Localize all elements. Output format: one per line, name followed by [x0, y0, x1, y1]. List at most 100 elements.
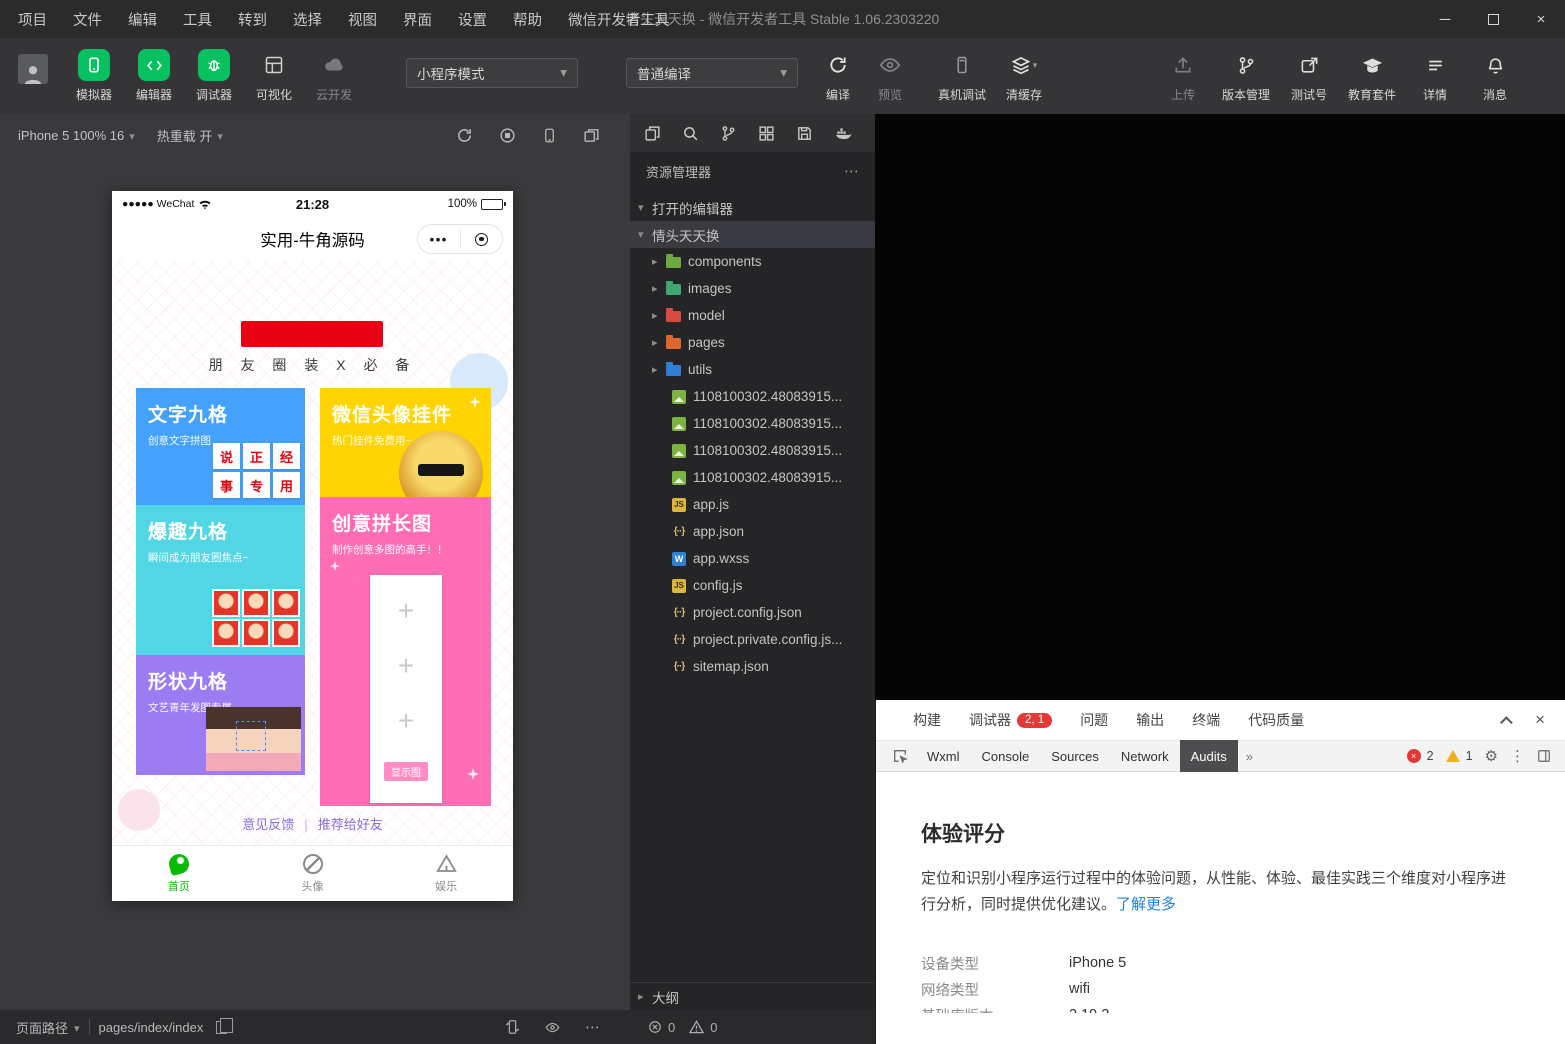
menu-tools[interactable]: 工具 — [183, 9, 212, 30]
tree-file-image[interactable]: 1108100302.48083915... — [630, 464, 875, 491]
banner-image[interactable] — [241, 321, 383, 347]
card-long-image[interactable]: 创意拼长图 制作创意多图的高手！！ + + + 显示图 — [320, 497, 491, 806]
clear-cache-button[interactable]: ▾ 清缓存 — [994, 49, 1054, 103]
extensions-icon[interactable] — [758, 125, 775, 142]
errors-icon[interactable] — [648, 1020, 662, 1034]
menu-interface[interactable]: 界面 — [403, 9, 432, 30]
details-button[interactable]: 详情 — [1405, 49, 1465, 103]
feedback-link[interactable]: 意见反馈 — [242, 817, 294, 832]
warning-count-icon[interactable] — [1446, 750, 1460, 762]
tree-folder-model[interactable]: model — [630, 302, 875, 329]
menu-devtools[interactable]: 微信开发者工具 — [568, 9, 670, 30]
multi-window-icon[interactable] — [583, 127, 600, 144]
tab-build[interactable]: 构建 — [901, 710, 953, 730]
tree-folder-utils[interactable]: utils — [630, 356, 875, 383]
hot-reload-toggle[interactable]: 热重载 开 — [157, 126, 223, 145]
copy-path-icon[interactable] — [216, 1021, 227, 1034]
docker-icon[interactable] — [834, 125, 852, 142]
inspect-element-icon[interactable] — [892, 748, 908, 764]
outline-section[interactable]: 大纲 — [630, 982, 875, 1010]
test-account-button[interactable]: 测试号 — [1279, 49, 1339, 103]
upload-button[interactable]: 上传 — [1153, 49, 1213, 103]
minimize-button[interactable]: ─ — [1421, 0, 1469, 38]
maximize-button[interactable] — [1469, 0, 1517, 38]
learn-more-link[interactable]: 了解更多 — [1116, 896, 1176, 913]
more-actions-icon[interactable] — [585, 1018, 600, 1036]
tree-folder-images[interactable]: images — [630, 275, 875, 302]
search-icon[interactable] — [682, 125, 699, 142]
menu-view[interactable]: 视图 — [348, 9, 377, 30]
tree-file-image[interactable]: 1108100302.48083915... — [630, 383, 875, 410]
tree-file-appjs[interactable]: app.js — [630, 491, 875, 518]
tree-file-image[interactable]: 1108100302.48083915... — [630, 437, 875, 464]
card-text-grid[interactable]: 文字九格 创意文字拼图 说 正 经 事 专 用 — [136, 388, 305, 505]
preview-button[interactable]: 预览 — [864, 49, 916, 103]
visual-button[interactable]: 可视化 — [244, 49, 304, 103]
git-branch-icon[interactable] — [720, 125, 737, 142]
devtools-tab-console[interactable]: Console — [971, 740, 1041, 772]
tree-file-projectconfig[interactable]: project.config.json — [630, 599, 875, 626]
card-fun-grid[interactable]: 爆趣九格 瞬间成为朋友圈焦点~ — [136, 505, 305, 655]
devtools-tab-sources[interactable]: Sources — [1040, 740, 1110, 772]
page-path-selector[interactable]: 页面路径 — [16, 1018, 80, 1037]
devtools-more-tabs[interactable]: » — [1238, 749, 1261, 764]
tree-file-projectprivate[interactable]: project.private.config.js... — [630, 626, 875, 653]
dock-side-icon[interactable] — [1537, 749, 1551, 763]
tree-file-appwxss[interactable]: app.wxss — [630, 545, 875, 572]
tree-project-root[interactable]: 情头天天换 — [630, 221, 875, 248]
compile-mode-select[interactable]: 普通编译 — [626, 58, 798, 88]
more-dots-icon[interactable]: ••• — [418, 232, 460, 247]
menu-goto[interactable]: 转到 — [238, 9, 267, 30]
remote-debug-button[interactable]: 真机调试 — [930, 49, 994, 103]
tree-file-appjson[interactable]: app.json — [630, 518, 875, 545]
tab-debugger[interactable]: 调试器 2, 1 — [957, 710, 1064, 730]
devtools-tab-audits[interactable]: Audits — [1180, 740, 1238, 772]
tree-open-editors[interactable]: 打开的编辑器 — [630, 194, 875, 221]
card-shape-grid[interactable]: 形状九格 文艺青年发图专属 — [136, 655, 305, 775]
stop-record-icon[interactable] — [499, 127, 516, 144]
menu-select[interactable]: 选择 — [293, 9, 322, 30]
editor-area[interactable] — [875, 114, 1565, 700]
tree-file-configjs[interactable]: config.js — [630, 572, 875, 599]
share-link[interactable]: 推荐给好友 — [318, 817, 383, 832]
phone-sync-icon[interactable] — [505, 1019, 520, 1035]
home-capsule-icon[interactable] — [461, 233, 503, 246]
menu-file[interactable]: 文件 — [73, 9, 102, 30]
messages-button[interactable]: 消息 — [1465, 49, 1525, 103]
tab-code-quality[interactable]: 代码质量 — [1236, 710, 1316, 730]
collapse-panel-icon[interactable] — [1500, 716, 1513, 729]
simulator-button[interactable]: 模拟器 — [64, 49, 124, 103]
devtools-tab-network[interactable]: Network — [1110, 740, 1180, 772]
tab-terminal[interactable]: 终端 — [1180, 710, 1232, 730]
tab-home[interactable]: 首页 — [112, 846, 246, 901]
tab-output[interactable]: 输出 — [1124, 710, 1176, 730]
version-button[interactable]: 版本管理 — [1213, 49, 1279, 103]
tree-folder-pages[interactable]: pages — [630, 329, 875, 356]
edu-suite-button[interactable]: 教育套件 — [1339, 49, 1405, 103]
files-icon[interactable] — [644, 125, 661, 142]
card-avatar-pendant[interactable]: 微信头像挂件 热门挂件免费用~ — [320, 388, 491, 497]
tree-folder-components[interactable]: components — [630, 248, 875, 275]
user-avatar[interactable] — [18, 54, 48, 84]
refresh-icon[interactable] — [456, 127, 473, 144]
menu-help[interactable]: 帮助 — [513, 9, 542, 30]
tree-file-image[interactable]: 1108100302.48083915... — [630, 410, 875, 437]
editor-button[interactable]: 编辑器 — [124, 49, 184, 103]
tab-problems[interactable]: 问题 — [1068, 710, 1120, 730]
menu-edit[interactable]: 编辑 — [128, 9, 157, 30]
debugger-button[interactable]: 调试器 — [184, 49, 244, 103]
cloud-dev-button[interactable]: 云开发 — [304, 49, 364, 103]
menu-settings[interactable]: 设置 — [458, 9, 487, 30]
kebab-menu-icon[interactable]: ⋮ — [1510, 747, 1525, 765]
warnings-icon[interactable] — [689, 1020, 704, 1034]
tree-file-sitemap[interactable]: sitemap.json — [630, 653, 875, 680]
compile-button[interactable]: 编译 — [812, 49, 864, 103]
devtools-tab-wxml[interactable]: Wxml — [916, 740, 971, 772]
preview-eye-icon[interactable] — [544, 1020, 561, 1035]
mode-select[interactable]: 小程序模式 — [406, 58, 578, 88]
close-panel-icon[interactable]: × — [1535, 710, 1545, 730]
device-frame-icon[interactable] — [542, 127, 557, 144]
save-all-icon[interactable] — [796, 125, 813, 142]
tab-fun[interactable]: 娱乐 — [379, 846, 513, 901]
tab-avatar[interactable]: 头像 — [246, 846, 380, 901]
